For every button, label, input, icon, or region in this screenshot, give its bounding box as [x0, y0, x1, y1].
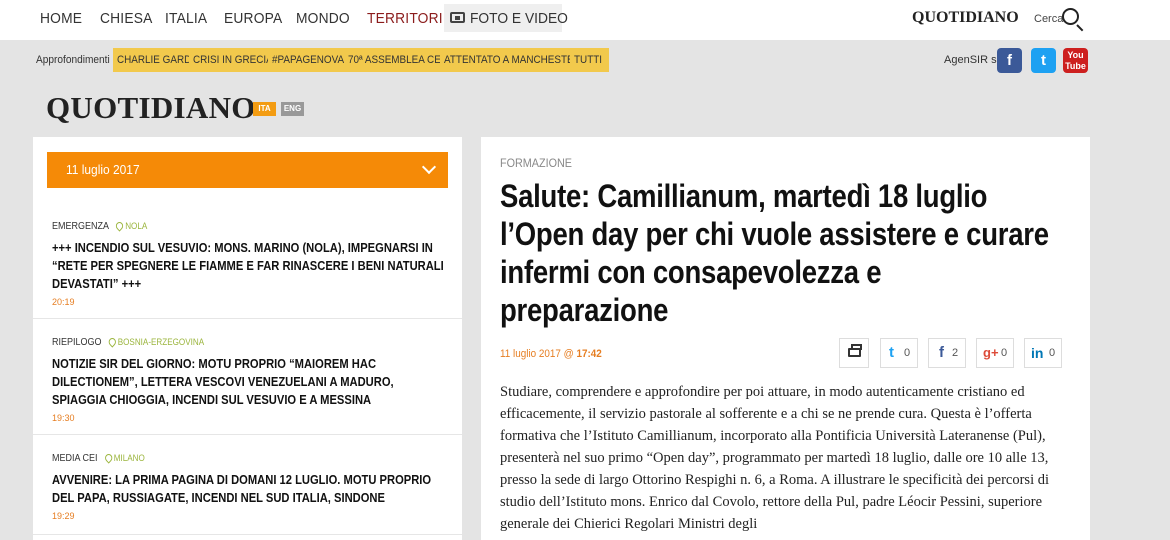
nav-europa[interactable]: EUROPA — [224, 10, 282, 27]
date-selector[interactable]: 11 luglio 2017 — [47, 152, 448, 188]
googleplus-icon: g+ — [983, 345, 999, 360]
youtube-icon[interactable]: You Tube — [1063, 48, 1088, 73]
news-time: 19:30 — [52, 413, 75, 423]
tag-tutti[interactable]: TUTTI — [570, 48, 610, 72]
article-title: Salute: Camillianum, martedì 18 luglio l… — [500, 178, 1049, 328]
news-category: EMERGENZA NOLA — [52, 220, 148, 232]
lang-ita-button[interactable]: ITA — [253, 102, 276, 116]
news-title[interactable]: +++ INCENDIO SUL VESUVIO: MONS. MARINO (… — [52, 239, 449, 293]
nav-foto-video-label: FOTO E VIDEO — [470, 10, 568, 27]
tags-bar: Approfondimenti CHARLIE GARD CRISI IN GR… — [0, 40, 1170, 82]
facebook-icon: f — [939, 344, 944, 361]
share-linkedin-button[interactable]: in 0 — [1024, 338, 1062, 368]
approfondimenti-label: Approfondimenti — [36, 54, 110, 66]
facebook-icon[interactable]: f — [997, 48, 1022, 73]
print-icon — [848, 344, 862, 357]
twitter-icon[interactable]: t — [1031, 48, 1056, 73]
news-title[interactable]: NOTIZIE SIR DEL GIORNO: MOTU PROPRIO “MA… — [52, 355, 449, 409]
nav-chiesa[interactable]: CHIESA — [100, 10, 152, 27]
share-linkedin-count: 0 — [1049, 347, 1056, 359]
news-location: MILANO — [113, 453, 145, 463]
search-icon[interactable] — [1062, 8, 1079, 25]
list-item[interactable]: EMERGENZA NOLA +++ INCENDIO SUL VESUVIO: … — [33, 207, 462, 319]
linkedin-icon: in — [1031, 345, 1044, 361]
news-location: NOLA — [125, 221, 148, 231]
news-time: 19:29 — [52, 511, 75, 521]
news-location: BOSNIA-ERZEGOVINA — [117, 337, 205, 347]
share-facebook-button[interactable]: f2 — [928, 338, 966, 368]
news-category: RIEPILOGO BOSNIA-ERZEGOVINA — [52, 336, 205, 348]
location-pin-icon — [114, 220, 125, 232]
search-label[interactable]: Cerca — [1034, 13, 1063, 25]
article-category[interactable]: FORMAZIONE — [500, 156, 572, 170]
share-twitter-button[interactable]: t0 — [880, 338, 918, 368]
location-pin-icon — [107, 336, 118, 348]
nav-home[interactable]: HOME — [40, 10, 82, 27]
lang-eng-button[interactable]: ENG — [281, 102, 304, 116]
article-body: Studiare, comprendere e approfondire per… — [500, 384, 1049, 532]
news-category: MEDIA CEI MILANO — [52, 452, 145, 464]
news-sidebar: 11 luglio 2017 EMERGENZA NOLA +++ INCENDI… — [33, 137, 462, 540]
nav-italia[interactable]: ITALIA — [165, 10, 207, 27]
share-twitter-count: 0 — [904, 347, 911, 359]
date-selector-value: 11 luglio 2017 — [66, 162, 140, 177]
twitter-icon: t — [889, 344, 894, 361]
article: FORMAZIONE Salute: Camillianum, martedì … — [481, 137, 1090, 540]
print-button[interactable] — [839, 338, 869, 368]
share-facebook-count: 2 — [952, 347, 959, 359]
nav-territori[interactable]: TERRITORI — [367, 10, 443, 27]
page-title: QUOTIDIANO — [46, 90, 256, 125]
location-pin-icon — [103, 452, 114, 464]
share-googleplus-button[interactable]: g+ 0 — [976, 338, 1014, 368]
news-title[interactable]: AVVENIRE: LA PRIMA PAGINA DI DOMANI 12 L… — [52, 471, 449, 507]
top-navigation: HOME CHIESA ITALIA EUROPA MONDO TERRITOR… — [0, 0, 1170, 40]
nav-mondo[interactable]: MONDO — [296, 10, 350, 27]
list-item[interactable]: RIEPILOGO BOSNIA-ERZEGOVINA NOTIZIE SIR D… — [33, 319, 462, 435]
list-item[interactable]: MEDIA CEI MILANO AVVENIRE: LA PRIMA PAGIN… — [33, 435, 462, 535]
tag-papagenova[interactable]: #PAPAGENOVA — [268, 48, 357, 72]
agensir-label: AgenSIR su — [944, 54, 1003, 66]
header-brand[interactable]: QUOTIDIANO — [912, 9, 1019, 27]
share-googleplus-count: 0 — [1001, 347, 1008, 359]
photo-icon — [450, 12, 465, 23]
news-time: 20:19 — [52, 297, 75, 307]
article-date: 11 luglio 2017 @ 17:42 — [500, 348, 602, 360]
chevron-down-icon — [421, 159, 437, 175]
nav-foto-video[interactable]: FOTO E VIDEO — [444, 4, 568, 32]
